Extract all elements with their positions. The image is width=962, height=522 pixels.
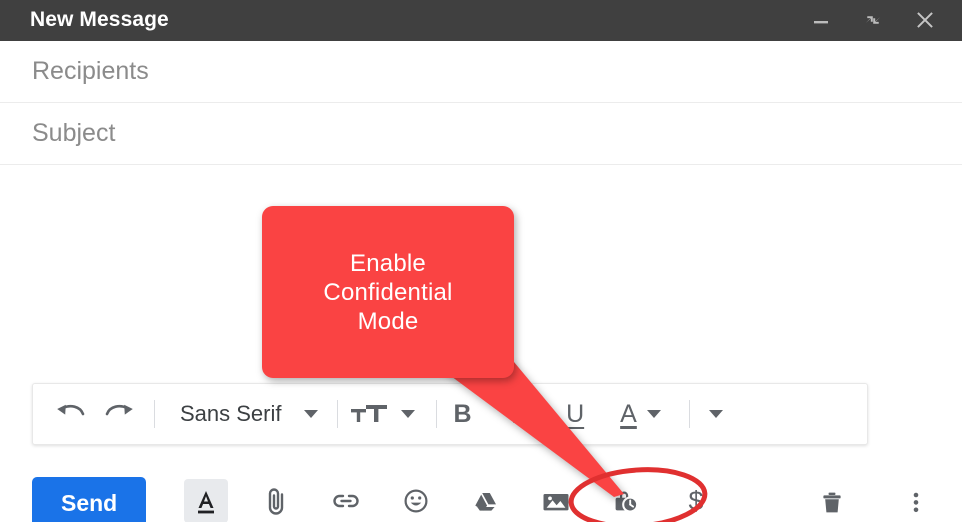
insert-emoji-button[interactable] xyxy=(394,479,438,522)
recipients-placeholder: Recipients xyxy=(32,57,149,85)
redo-icon xyxy=(105,404,133,416)
subject-field-row[interactable]: Subject xyxy=(0,103,962,165)
exit-full-screen-button[interactable] xyxy=(860,7,886,33)
paperclip-icon xyxy=(269,488,284,515)
window-controls xyxy=(808,0,948,33)
formatting-toolbar: Sans Serif B I U A xyxy=(32,383,868,445)
google-drive-icon xyxy=(475,493,497,511)
toolbar-divider xyxy=(688,400,690,428)
action-bar: Send $ xyxy=(0,470,962,522)
format-text-icon xyxy=(198,491,215,514)
more-formatting-button[interactable] xyxy=(699,392,733,436)
emoji-icon xyxy=(404,489,428,513)
formatting-options-button[interactable] xyxy=(184,479,229,522)
underline-button[interactable]: U xyxy=(558,392,592,436)
insert-link-button[interactable] xyxy=(324,479,368,522)
more-options-button[interactable] xyxy=(894,479,938,522)
font-family-selector[interactable]: Sans Serif xyxy=(164,392,328,436)
close-icon xyxy=(917,11,933,28)
toolbar-divider xyxy=(336,400,338,428)
attach-files-button[interactable] xyxy=(254,479,298,522)
toolbar-divider xyxy=(154,400,155,428)
minimize-button[interactable] xyxy=(808,7,834,33)
dollar-icon: $ xyxy=(689,486,704,516)
confidential-mode-icon xyxy=(615,491,639,513)
bold-label: B xyxy=(453,399,472,428)
italic-label: I xyxy=(513,398,525,429)
send-button[interactable]: Send xyxy=(32,477,147,522)
italic-button[interactable]: I xyxy=(506,392,533,436)
redo-button[interactable] xyxy=(95,392,145,436)
undo-button[interactable] xyxy=(45,392,95,436)
text-color-button[interactable]: A xyxy=(618,392,673,436)
chevron-down-icon xyxy=(646,410,661,418)
undo-icon xyxy=(57,404,85,416)
exit-full-screen-icon xyxy=(865,15,881,24)
minimize-icon xyxy=(814,20,828,23)
close-button[interactable] xyxy=(912,7,938,33)
recipients-field-row[interactable]: Recipients xyxy=(0,41,962,103)
svg-text:$: $ xyxy=(689,486,704,516)
compose-header: New Message xyxy=(0,0,962,41)
text-color-label: A xyxy=(620,399,637,428)
page-title: New Message xyxy=(30,8,169,31)
font-family-value: Sans Serif xyxy=(180,401,282,426)
font-size-button[interactable] xyxy=(347,392,427,436)
chevron-down-icon xyxy=(708,410,723,418)
insert-photo-button[interactable] xyxy=(534,479,578,522)
font-size-icon xyxy=(350,405,387,422)
message-body[interactable] xyxy=(0,166,962,376)
toolbar-divider xyxy=(435,400,437,428)
compose-window: New Message Recipients Subject Sans Seri… xyxy=(0,0,962,522)
confidential-mode-button[interactable] xyxy=(604,479,648,522)
underline-label: U xyxy=(566,399,585,428)
more-vertical-icon xyxy=(913,492,919,513)
insert-drive-file-button[interactable] xyxy=(464,479,508,522)
bold-button[interactable]: B xyxy=(446,392,480,436)
chevron-down-icon xyxy=(400,410,415,418)
link-icon xyxy=(333,494,359,508)
photo-icon xyxy=(543,494,569,511)
discard-draft-button[interactable] xyxy=(810,479,854,522)
subject-placeholder: Subject xyxy=(32,119,116,147)
send-money-button[interactable]: $ xyxy=(674,479,718,522)
trash-icon xyxy=(823,492,841,513)
chevron-down-icon xyxy=(303,410,318,418)
